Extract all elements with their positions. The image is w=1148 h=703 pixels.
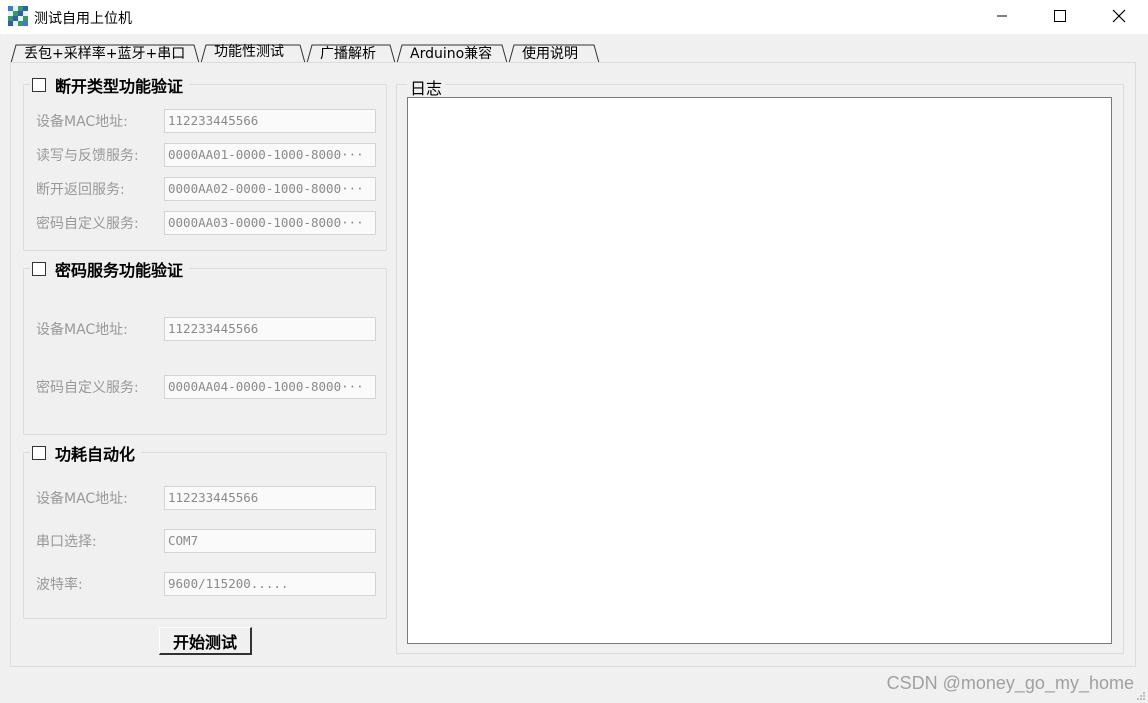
mac-label: 设备MAC地址: [36,114,128,130]
tab-label: 广播解析 [320,46,376,62]
disconnect-group: 断开类型功能验证 设备MAC地址: 112233445566 读写与反馈服务: … [23,74,387,251]
password-mac-field[interactable]: 112233445566 [164,317,376,341]
minimize-button[interactable] [974,0,1030,32]
maximize-button[interactable] [1032,0,1088,32]
tab-instructions[interactable]: 使用说明 [508,44,600,64]
disconnect-pw-row: 密码自定义服务: 0000AA03-0000-1000-8000··· [36,211,376,235]
dc-service-field[interactable]: 0000AA02-0000-1000-8000··· [164,177,376,201]
disconnect-dc-row: 断开返回服务: 0000AA02-0000-1000-8000··· [36,177,376,201]
power-group-header: 功耗自动化 [30,442,142,464]
mac-label: 设备MAC地址: [36,322,128,338]
password-mac-row: 设备MAC地址: 112233445566 [36,317,376,341]
dc-service-label: 断开返回服务: [36,182,125,198]
log-title: 日志 [407,75,446,99]
disconnect-group-title: 断开类型功能验证 [55,77,184,96]
minimize-icon [997,15,1007,17]
power-group-title: 功耗自动化 [55,445,136,464]
tab-arduino[interactable]: Arduino兼容 [396,44,508,64]
disconnect-mac-field[interactable]: 112233445566 [164,109,376,133]
tab-label: Arduino兼容 [410,46,493,62]
power-port-row: 串口选择: COM7 [36,529,376,553]
pw-service-field[interactable]: 0000AA03-0000-1000-8000··· [164,211,376,235]
tab-broadcast-parse[interactable]: 广播解析 [306,44,396,64]
window-title: 测试自用上位机 [34,11,132,27]
power-group: 功耗自动化 设备MAC地址: 112233445566 串口选择: COM7 波… [23,442,387,619]
resize-grip-icon[interactable] [1136,691,1146,701]
disconnect-group-header: 断开类型功能验证 [30,74,190,96]
title-bar: 测试自用上位机 [0,0,1148,34]
tab-label: 丢包+采样率+蓝牙+串口 [24,46,186,62]
pw-service-label: 密码自定义服务: [36,380,139,396]
power-mac-field[interactable]: 112233445566 [164,486,376,510]
password-pw-row: 密码自定义服务: 0000AA04-0000-1000-8000··· [36,375,376,399]
close-icon [1112,9,1126,23]
password-group-title: 密码服务功能验证 [55,261,184,280]
power-checkbox[interactable] [32,446,46,460]
password-group-header: 密码服务功能验证 [30,258,190,280]
baud-label: 波特率: [36,577,83,593]
password-checkbox[interactable] [32,262,46,276]
log-group: 日志 [396,75,1124,654]
password-group: 密码服务功能验证 设备MAC地址: 112233445566 密码自定义服务: … [23,258,387,435]
password-pw-field[interactable]: 0000AA04-0000-1000-8000··· [164,375,376,399]
pw-service-label: 密码自定义服务: [36,216,139,232]
tab-label: 使用说明 [522,46,578,62]
functional-test-panel: 断开类型功能验证 设备MAC地址: 112233445566 读写与反馈服务: … [10,62,1136,667]
rw-service-label: 读写与反馈服务: [36,148,139,164]
power-mac-row: 设备MAC地址: 112233445566 [36,486,376,510]
rw-service-field[interactable]: 0000AA01-0000-1000-8000··· [164,143,376,167]
disconnect-mac-row: 设备MAC地址: 112233445566 [36,109,376,133]
port-field[interactable]: COM7 [164,529,376,553]
tab-label: 功能性测试 [214,44,284,60]
power-baud-row: 波特率: 9600/115200..... [36,572,376,596]
maximize-icon [1054,10,1066,22]
start-test-button[interactable]: 开始测试 [159,627,252,655]
mac-label: 设备MAC地址: [36,491,128,507]
baud-field[interactable]: 9600/115200..... [164,572,376,596]
tab-packet-loss[interactable]: 丢包+采样率+蓝牙+串口 [10,44,200,64]
watermark: CSDN @money_go_my_home [886,673,1134,693]
disconnect-checkbox[interactable] [32,78,46,92]
log-textarea[interactable] [407,97,1112,644]
close-button[interactable] [1091,0,1147,32]
port-label: 串口选择: [36,534,97,550]
app-grid-icon [8,6,28,26]
disconnect-rw-row: 读写与反馈服务: 0000AA01-0000-1000-8000··· [36,143,376,167]
tab-functional-test[interactable]: 功能性测试 [200,44,306,64]
